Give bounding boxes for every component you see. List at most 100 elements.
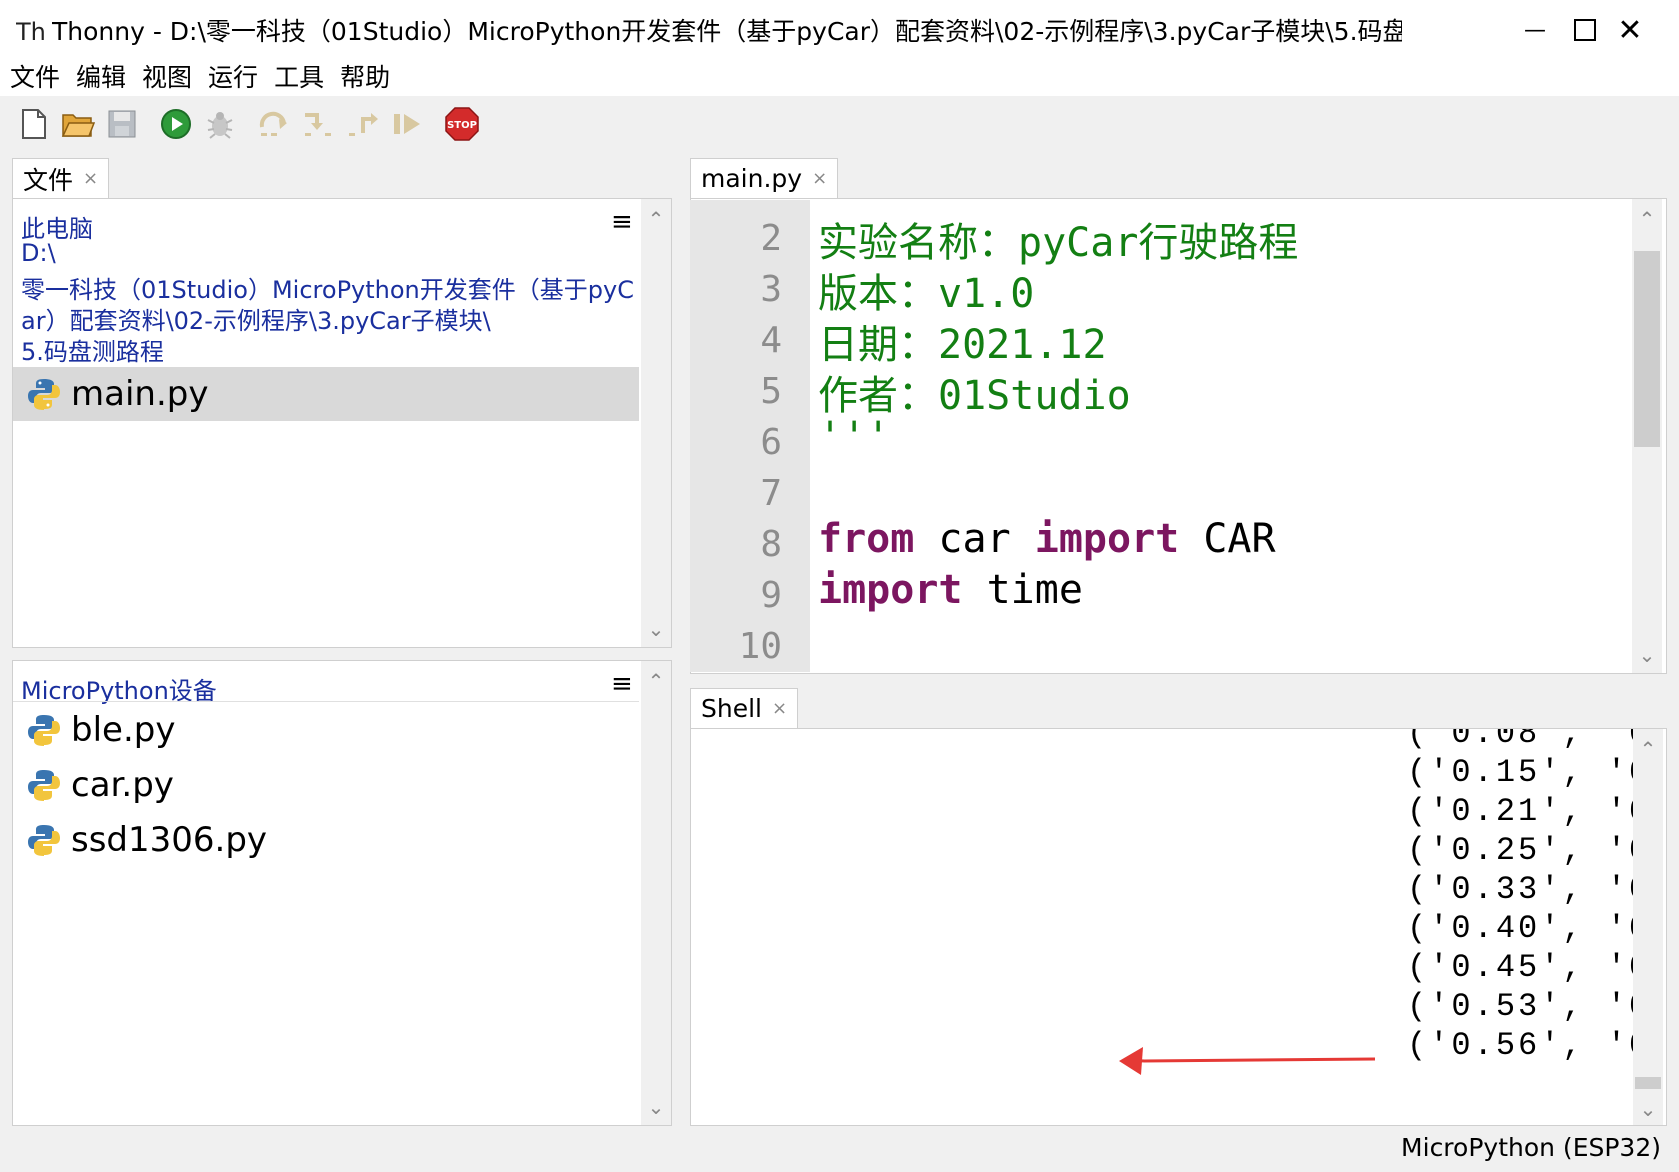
line-number: 2 xyxy=(760,218,782,259)
debug-icon xyxy=(207,112,233,139)
python-file-icon xyxy=(28,770,60,801)
resume-button[interactable] xyxy=(390,106,426,142)
line-number-gutter: 2 3 4 5 6 7 8 9 10 xyxy=(690,200,810,672)
menu-tools[interactable]: 工具 xyxy=(264,60,330,96)
red-arrow-annotation xyxy=(1119,1047,1376,1075)
chevron-up-icon[interactable]: ⌃ xyxy=(641,207,671,231)
keyword-token: import xyxy=(818,567,963,613)
python-file-icon xyxy=(28,825,60,856)
file-item-ble[interactable]: ble.py xyxy=(13,703,639,757)
menu-view[interactable]: 视图 xyxy=(132,60,198,96)
chevron-down-icon[interactable]: ⌄ xyxy=(641,617,671,641)
file-item-ssd1306[interactable]: ssd1306.py xyxy=(13,813,639,867)
open-file-button[interactable] xyxy=(60,106,96,142)
step-over-button[interactable] xyxy=(256,106,292,142)
code-line: import time xyxy=(818,567,1083,613)
file-name: ssd1306.py xyxy=(71,820,268,860)
file-name: ble.py xyxy=(71,710,176,750)
menu-edit[interactable]: 编辑 xyxy=(66,60,132,96)
file-name: main.py xyxy=(71,374,209,414)
panel-menu-icon[interactable]: ≡ xyxy=(611,669,633,699)
tab-files-label: 文件 xyxy=(23,165,74,195)
menu-help[interactable]: 帮助 xyxy=(330,60,396,96)
chevron-up-icon[interactable]: ⌃ xyxy=(1633,737,1663,761)
code-line: 作者：01Studio xyxy=(818,363,1131,421)
thonny-app-icon: Th xyxy=(16,18,46,46)
step-over-icon xyxy=(259,111,287,136)
shell-scrollbar[interactable]: ⌃ ⌄ xyxy=(1633,729,1663,1125)
comment-token: 作者：01Studio xyxy=(818,373,1131,419)
debug-button[interactable] xyxy=(202,106,238,142)
chevron-down-icon[interactable]: ⌄ xyxy=(1633,1097,1663,1121)
tab-shell-label: Shell xyxy=(701,694,762,723)
code-line: ''' xyxy=(818,414,890,460)
name-token: time xyxy=(962,567,1083,613)
stop-icon: STOP xyxy=(445,107,479,141)
line-number: 8 xyxy=(760,524,782,565)
comment-token: 版本：v1.0 xyxy=(818,271,1035,317)
chevron-up-icon[interactable]: ⌃ xyxy=(1632,207,1662,231)
chevron-down-icon[interactable]: ⌄ xyxy=(1632,643,1662,667)
path-segment[interactable]: 零一科技（01Studio）MicroPython开发套件（基于pyC xyxy=(21,270,634,305)
scroll-thumb[interactable] xyxy=(1635,1077,1661,1089)
chevron-up-icon[interactable]: ⌃ xyxy=(641,669,671,693)
open-file-icon xyxy=(61,114,95,137)
file-name: car.py xyxy=(71,765,174,805)
close-icon[interactable]: × xyxy=(812,168,827,189)
panel-menu-icon[interactable]: ≡ xyxy=(611,207,633,237)
keyword-token: from xyxy=(818,516,915,562)
files-scrollbar[interactable]: ⌃ ⌄ xyxy=(641,199,671,647)
file-item-main[interactable]: main.py xyxy=(13,367,639,421)
title-bar: Th Thonny - D:\零一科技（01Studio）MicroPython… xyxy=(0,0,1679,60)
new-file-icon xyxy=(22,109,46,139)
name-token: car xyxy=(914,516,1035,562)
close-button[interactable]: ✕ xyxy=(1585,0,1675,60)
device-scrollbar[interactable]: ⌃ ⌄ xyxy=(641,661,671,1125)
menu-bar: 文件 编辑 视图 运行 工具 帮助 xyxy=(0,60,1679,96)
interpreter-status[interactable]: MicroPython (ESP32) xyxy=(1401,1133,1661,1162)
step-out-icon xyxy=(349,113,378,136)
step-into-button[interactable] xyxy=(300,106,336,142)
file-item-car[interactable]: car.py xyxy=(13,758,639,812)
save-button[interactable] xyxy=(104,106,140,142)
code-line: 日期：2021.12 xyxy=(818,312,1107,370)
code-line: from car import CAR xyxy=(818,516,1276,562)
path-segment[interactable]: ar）配套资料\02-示例程序\3.pyCar子模块\ xyxy=(21,301,491,336)
code-line: 版本：v1.0 xyxy=(818,261,1034,319)
line-number: 5 xyxy=(760,371,782,412)
divider xyxy=(13,701,639,702)
run-icon xyxy=(161,109,191,139)
editor-scrollbar[interactable]: ⌃ ⌄ xyxy=(1632,199,1662,673)
menu-file[interactable]: 文件 xyxy=(0,60,66,96)
close-icon[interactable]: × xyxy=(83,168,98,189)
menu-run[interactable]: 运行 xyxy=(198,60,264,96)
tab-main-py-label: main.py xyxy=(701,164,803,193)
new-file-button[interactable] xyxy=(16,106,52,142)
files-panel: 此电脑 D:\ 零一科技（01Studio）MicroPython开发套件（基于… xyxy=(12,198,672,648)
line-number: 3 xyxy=(760,269,782,310)
path-segment[interactable]: D:\ xyxy=(21,239,56,267)
line-number: 7 xyxy=(760,473,782,514)
tab-main-py[interactable]: main.py × xyxy=(690,158,839,198)
svg-text:STOP: STOP xyxy=(447,120,477,131)
shell-panel[interactable]: ('0.08', '0.00') m('0.15', '0.00') m('0.… xyxy=(690,728,1667,1126)
close-icon[interactable]: × xyxy=(772,698,787,719)
step-into-icon xyxy=(305,113,331,136)
step-out-button[interactable] xyxy=(346,106,382,142)
line-number: 10 xyxy=(738,626,782,667)
line-number: 4 xyxy=(760,320,782,361)
tab-shell[interactable]: Shell × xyxy=(690,688,799,728)
window-title: Thonny - D:\零一科技（01Studio）MicroPython开发套… xyxy=(52,17,1402,46)
line-number: 9 xyxy=(760,575,782,616)
chevron-down-icon[interactable]: ⌄ xyxy=(641,1095,671,1119)
toolbar: STOP xyxy=(0,96,1679,152)
scroll-thumb[interactable] xyxy=(1634,251,1660,447)
stop-button[interactable]: STOP xyxy=(442,106,482,142)
comment-token: ''' xyxy=(818,414,891,460)
keyword-token: import xyxy=(1034,516,1180,562)
run-button[interactable] xyxy=(158,106,194,142)
comment-token: 日期：2021.12 xyxy=(818,322,1107,368)
path-segment[interactable]: 5.码盘测路程 xyxy=(21,332,164,367)
comment-token: 实验名称：pyCar行驶路程 xyxy=(818,220,1299,266)
tab-files[interactable]: 文件 × xyxy=(12,158,110,198)
